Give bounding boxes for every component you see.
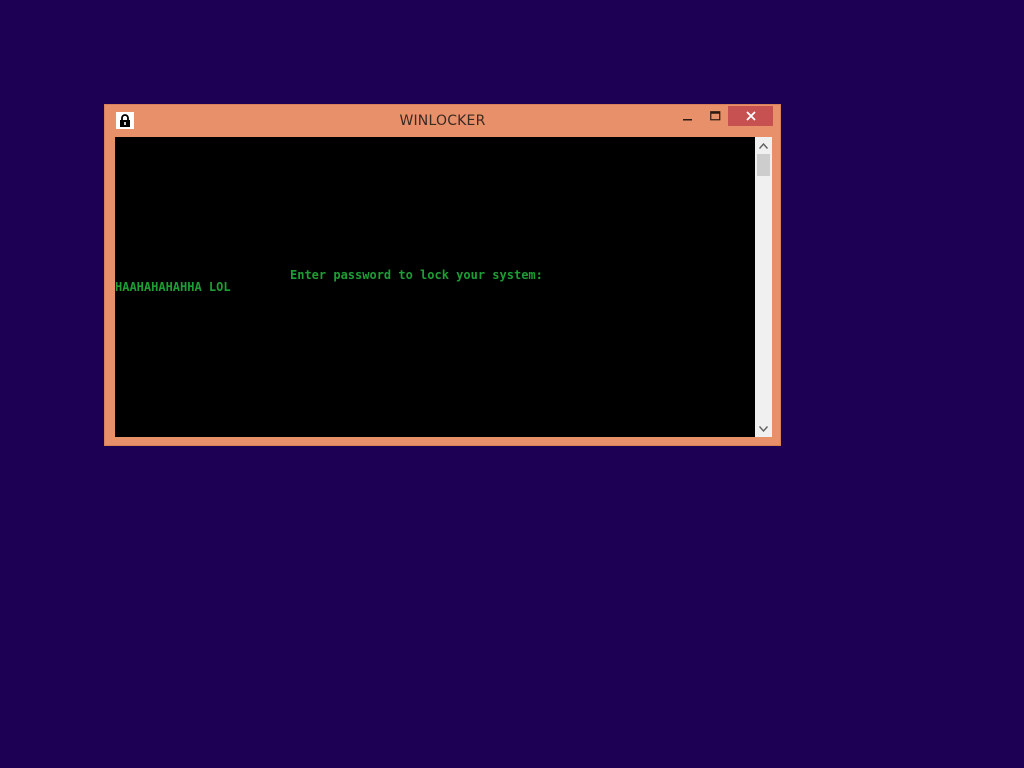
console-output[interactable]: Enter password to lock your system: HAAH…: [115, 137, 755, 437]
maximize-icon: [709, 111, 720, 121]
vertical-scrollbar[interactable]: [755, 137, 772, 437]
chevron-up-icon: [759, 142, 768, 149]
console-window[interactable]: WINLOCKER Enter password to lock your sy…: [104, 104, 781, 446]
minimize-icon: [683, 119, 692, 121]
scroll-up-button[interactable]: [755, 137, 772, 154]
title-bar[interactable]: WINLOCKER: [105, 105, 780, 137]
password-prompt: Enter password to lock your system:: [290, 268, 543, 282]
minimize-button[interactable]: [675, 106, 701, 126]
console-input-text: HAAHAHAHAHHA LOL: [115, 280, 231, 294]
desktop: WINLOCKER Enter password to lock your sy…: [0, 0, 1024, 768]
chevron-down-icon: [759, 425, 768, 432]
maximize-button[interactable]: [702, 106, 728, 126]
close-icon: [745, 111, 756, 121]
scroll-down-button[interactable]: [755, 420, 772, 437]
scroll-thumb[interactable]: [757, 154, 770, 176]
close-button[interactable]: [728, 106, 773, 126]
